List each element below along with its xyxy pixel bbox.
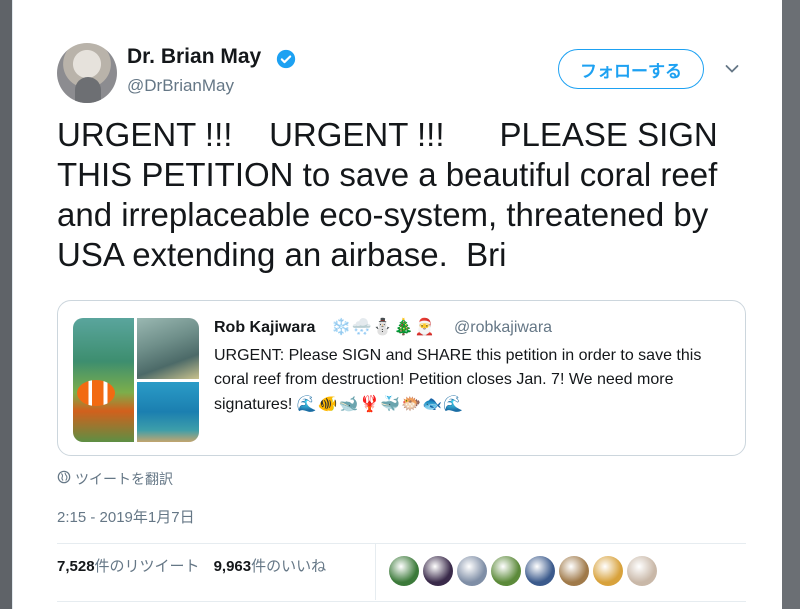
tweet-timestamp[interactable]: 2:15 - 2019年1月7日: [57, 506, 195, 527]
divider-bottom: [57, 601, 746, 602]
quoted-media-clownfish[interactable]: [73, 318, 134, 442]
author-avatar[interactable]: [57, 43, 117, 103]
author-name[interactable]: Dr. Brian May: [127, 45, 261, 69]
quoted-tweet[interactable]: Rob Kajiwara ❄️🌨️⛄🎄🎅 @robkajiwara URGENT…: [57, 300, 746, 456]
divider-top: [57, 543, 746, 544]
quoted-author-name: Rob Kajiwara: [214, 319, 316, 336]
liker-avatar[interactable]: [457, 556, 487, 586]
quoted-media-dugong[interactable]: [137, 318, 199, 379]
liker-avatar[interactable]: [559, 556, 589, 586]
liker-avatar[interactable]: [389, 556, 419, 586]
liker-avatar[interactable]: [627, 556, 657, 586]
author-handle[interactable]: @DrBrianMay: [127, 76, 234, 96]
like-count-label: 件のいいね: [251, 558, 327, 575]
translate-tweet-link[interactable]: ツイートを翻訳: [75, 469, 173, 489]
liker-avatars: [389, 556, 657, 586]
liker-avatar[interactable]: [491, 556, 521, 586]
quoted-tweet-text: URGENT: Please SIGN and SHARE this petit…: [214, 344, 734, 417]
quoted-media-reef[interactable]: [137, 382, 199, 442]
globe-icon: [57, 470, 71, 484]
retweet-count-value: 7,528: [57, 558, 95, 575]
background-strip: [782, 0, 800, 609]
quoted-author-handle: @robkajiwara: [454, 319, 553, 336]
quoted-author-emojis: ❄️🌨️⛄🎄🎅: [331, 317, 436, 336]
retweet-count[interactable]: 7,528件のリツイート: [57, 555, 200, 576]
like-count[interactable]: 9,963件のいいね: [214, 555, 327, 576]
verified-badge-icon: [276, 49, 296, 69]
liker-avatar[interactable]: [423, 556, 453, 586]
like-count-value: 9,963: [213, 558, 252, 575]
liker-avatar[interactable]: [593, 556, 623, 586]
tweet-card: Dr. Brian May @DrBrianMay フォローする URGENT …: [12, 0, 782, 609]
tweet-text: URGENT !!! URGENT !!! PLEASE SIGN THIS P…: [57, 116, 727, 273]
retweet-count-label: 件のリツイート: [94, 558, 200, 575]
liker-avatar[interactable]: [525, 556, 555, 586]
stats-separator: [375, 544, 376, 600]
follow-button[interactable]: フォローする: [558, 49, 704, 89]
quoted-tail-emojis: 🌊🐠🐋🦞🐳🐡🐟🌊: [296, 394, 465, 413]
chevron-down-icon[interactable]: [725, 64, 739, 74]
engagement-stats: 7,528件のリツイート 9,963件のいいね: [57, 555, 326, 576]
